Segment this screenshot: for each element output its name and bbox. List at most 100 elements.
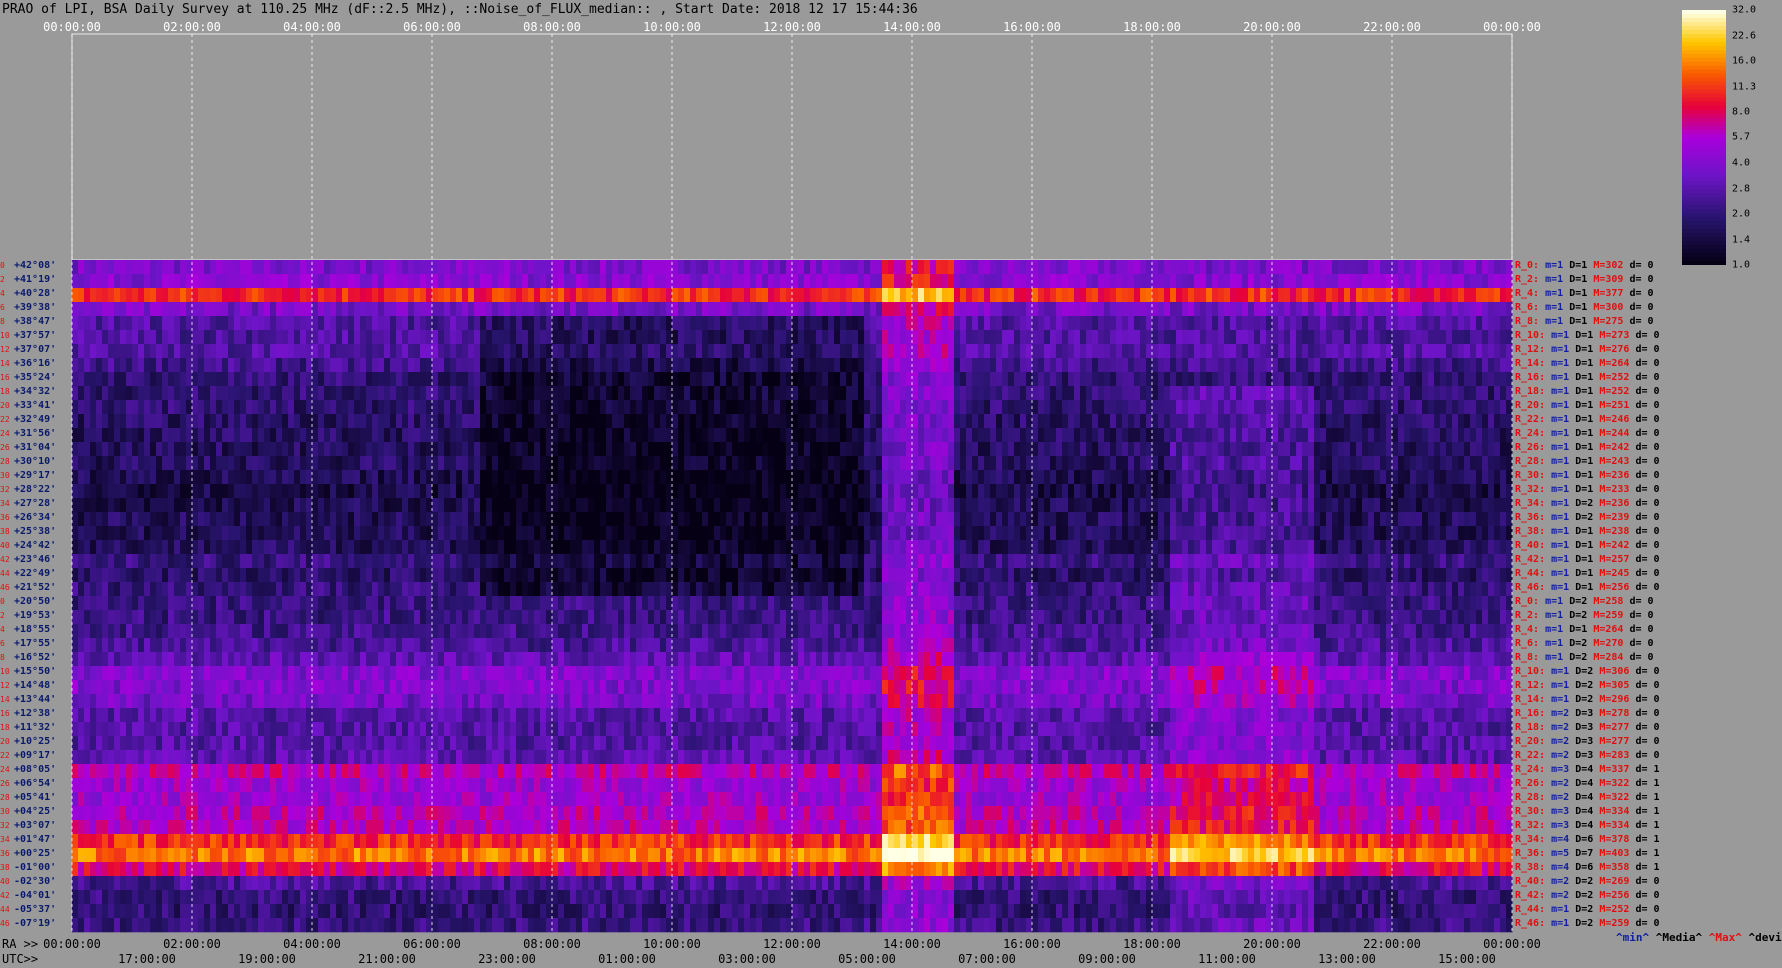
heatmap-cell <box>384 302 391 317</box>
heatmap-cell <box>1182 442 1189 457</box>
heatmap-cell <box>234 260 241 275</box>
heatmap-cell <box>372 386 379 401</box>
heatmap-cell <box>534 442 541 457</box>
heatmap-cell <box>1230 400 1237 415</box>
heatmap-cell <box>1038 330 1045 345</box>
heatmap-cell <box>1422 302 1429 317</box>
heatmap-cell <box>234 414 241 429</box>
heatmap-cell <box>738 358 745 373</box>
heatmap-cell <box>108 372 115 387</box>
heatmap-cell <box>858 260 865 275</box>
heatmap-cell <box>870 358 877 373</box>
heatmap-cell <box>264 512 271 527</box>
heatmap-cell <box>1092 512 1099 527</box>
heatmap-cell <box>408 330 415 345</box>
heatmap-cell <box>1074 512 1081 527</box>
heatmap-cell <box>252 428 259 443</box>
heatmap-cell <box>1380 428 1387 443</box>
heatmap-cell <box>1464 400 1471 415</box>
heatmap-cell <box>852 442 859 457</box>
heatmap-cell <box>582 316 589 331</box>
heatmap-cell <box>858 400 865 415</box>
heatmap-cell <box>1488 344 1495 359</box>
heatmap-cell <box>204 302 211 317</box>
heatmap-cell <box>732 358 739 373</box>
heatmap-cell <box>318 372 325 387</box>
heatmap-cell <box>798 316 805 331</box>
heatmap-cell <box>1122 442 1129 457</box>
heatmap-cell <box>1308 456 1315 471</box>
heatmap-cell <box>828 414 835 429</box>
heatmap-cell <box>1128 386 1135 401</box>
heatmap-cell <box>918 260 925 275</box>
heatmap-cell <box>342 372 349 387</box>
heatmap-cell <box>1458 260 1465 275</box>
heatmap-cell <box>414 400 421 415</box>
heatmap-cell <box>516 414 523 429</box>
heatmap-cell <box>594 484 601 499</box>
heatmap-cell <box>1494 274 1501 289</box>
heatmap-cell <box>420 274 427 289</box>
heatmap-cell <box>1302 316 1309 331</box>
heatmap-cell <box>894 372 901 387</box>
heatmap-cell <box>1392 358 1399 373</box>
heatmap-cell <box>828 526 835 541</box>
heatmap-cell <box>630 260 637 275</box>
heatmap-cell <box>918 386 925 401</box>
heatmap-cell <box>522 498 529 513</box>
heatmap-cell <box>1404 526 1411 541</box>
heatmap-cell <box>1140 512 1147 527</box>
heatmap-cell <box>504 512 511 527</box>
heatmap-cell <box>72 260 79 275</box>
heatmap-cell <box>762 288 769 303</box>
heatmap-cell <box>1398 386 1405 401</box>
heatmap-cell <box>330 386 337 401</box>
heatmap-cell <box>1140 442 1147 457</box>
heatmap-cell <box>726 344 733 359</box>
heatmap-cell <box>576 330 583 345</box>
heatmap-cell <box>744 288 751 303</box>
heatmap-cell <box>576 386 583 401</box>
heatmap-cell <box>1218 302 1225 317</box>
heatmap-cell <box>606 344 613 359</box>
heatmap-cell <box>834 260 841 275</box>
heatmap-cell <box>714 498 721 513</box>
heatmap-cell <box>1044 470 1051 485</box>
heatmap-cell <box>282 358 289 373</box>
heatmap-cell <box>738 540 745 555</box>
heatmap-cell <box>342 428 349 443</box>
heatmap-cell <box>828 302 835 317</box>
heatmap-cell <box>1242 428 1249 443</box>
heatmap-cell <box>660 302 667 317</box>
heatmap-cell <box>276 428 283 443</box>
heatmap-cell <box>972 358 979 373</box>
heatmap-cell <box>540 456 547 471</box>
heatmap-cell <box>462 302 469 317</box>
heatmap-cell <box>102 344 109 359</box>
heatmap-cell <box>936 344 943 359</box>
heatmap-cell <box>1344 316 1351 331</box>
heatmap-cell <box>834 358 841 373</box>
heatmap-cell <box>1230 498 1237 513</box>
heatmap-cell <box>144 302 151 317</box>
heatmap-cell <box>222 386 229 401</box>
heatmap-cell <box>1194 456 1201 471</box>
heatmap-cell <box>1368 302 1375 317</box>
heatmap-cell <box>660 400 667 415</box>
heatmap-cell <box>1068 330 1075 345</box>
heatmap-cell <box>858 288 865 303</box>
heatmap-cell <box>822 470 829 485</box>
heatmap-cell <box>996 260 1003 275</box>
heatmap-cell <box>1434 512 1441 527</box>
heatmap-cell <box>348 260 355 275</box>
heatmap-cell <box>1008 470 1015 485</box>
heatmap-cell <box>1104 428 1111 443</box>
heatmap-cell <box>798 358 805 373</box>
heatmap-cell <box>1338 470 1345 485</box>
heatmap-cell <box>1356 484 1363 499</box>
heatmap-cell <box>126 330 133 345</box>
heatmap-cell <box>966 260 973 275</box>
heatmap-cell <box>1314 302 1321 317</box>
heatmap-cell <box>618 498 625 513</box>
heatmap-cell <box>1308 316 1315 331</box>
